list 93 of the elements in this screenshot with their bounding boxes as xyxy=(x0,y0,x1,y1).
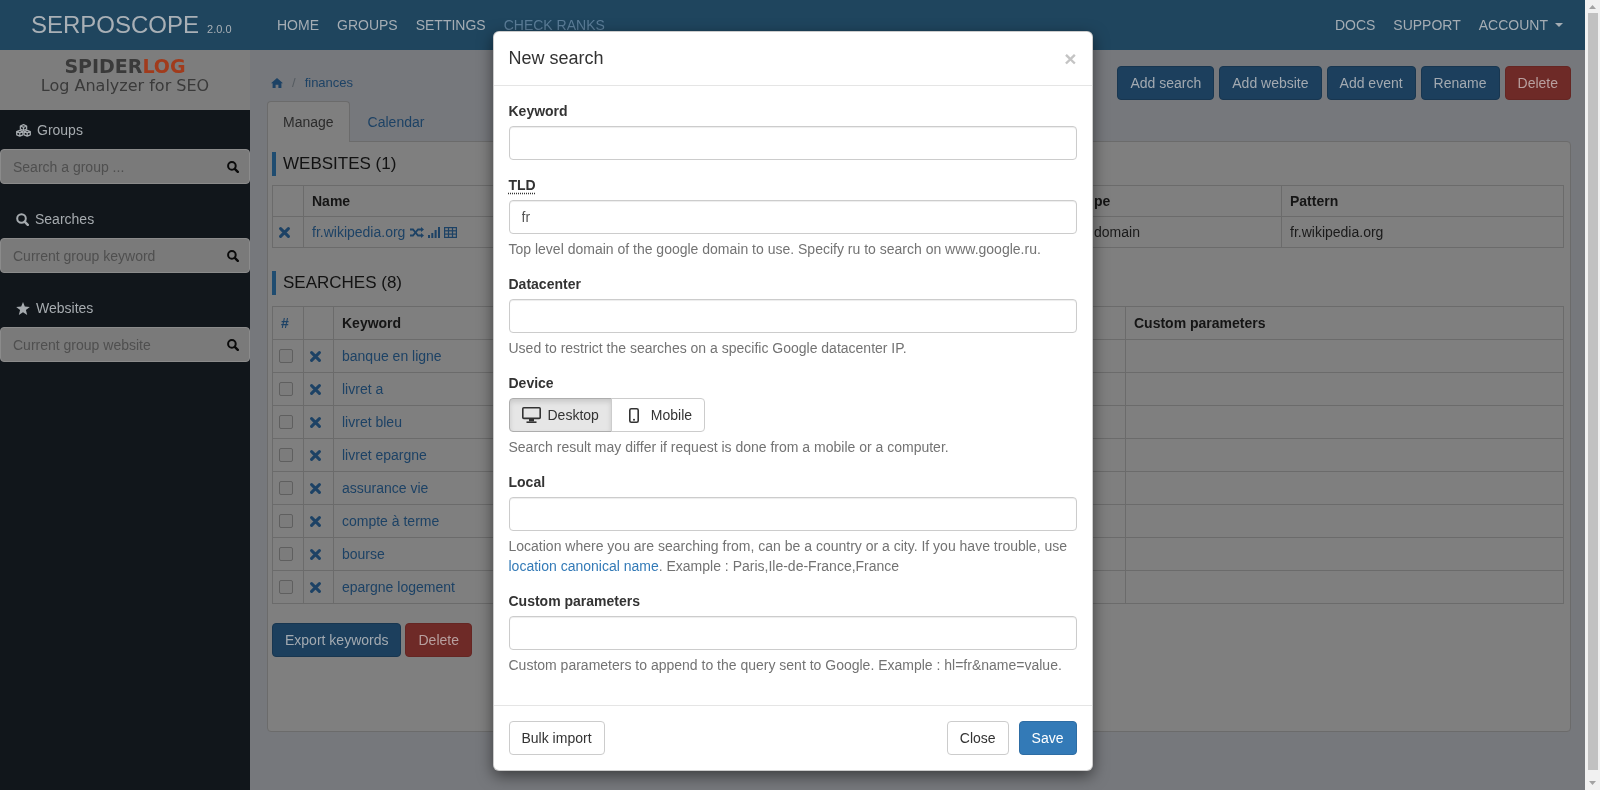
footer-button[interactable]: Close xyxy=(946,721,1009,755)
row-checkbox[interactable] xyxy=(279,481,293,495)
brand-name[interactable]: SERPOSCOPE xyxy=(31,10,200,40)
row-checkbox[interactable] xyxy=(279,547,293,561)
cross-icon[interactable] xyxy=(279,226,290,238)
table-icon[interactable] xyxy=(444,226,458,238)
search-icon[interactable] xyxy=(227,338,239,351)
keyword-link[interactable]: banque en ligne xyxy=(342,348,442,364)
field-label: Local xyxy=(508,473,546,492)
keyword-link[interactable]: livret a xyxy=(342,381,384,397)
modal-title: New search xyxy=(508,47,604,70)
row-checkbox[interactable] xyxy=(279,514,293,528)
caret-icon xyxy=(1555,23,1563,27)
input-field[interactable] xyxy=(508,497,1077,531)
action-button[interactable]: Add search xyxy=(1117,66,1215,100)
nav-link[interactable]: SUPPORT xyxy=(1384,15,1470,35)
nav-link[interactable]: DOCS xyxy=(1325,15,1385,35)
monitor-icon xyxy=(521,407,541,423)
breadcrumb-link[interactable]: finances xyxy=(304,73,354,93)
account-dropdown[interactable]: ACCOUNT xyxy=(1469,15,1572,35)
phone-icon xyxy=(628,407,639,423)
danger-button[interactable]: Delete xyxy=(1504,66,1571,100)
logo-wordmark: SPIDERLOG xyxy=(64,56,186,76)
scrollbar[interactable] xyxy=(1585,0,1600,790)
row-checkbox[interactable] xyxy=(279,448,293,462)
help-text: Custom parameters to append to the query sent to Google. Example : hl=fr&name=value. xyxy=(508,656,1063,675)
action-button[interactable]: Export keywords xyxy=(272,623,402,657)
bar-chart-icon[interactable] xyxy=(428,226,441,238)
table-header: Custom parameters xyxy=(1125,306,1564,340)
home-icon[interactable] xyxy=(271,78,283,88)
scrollbar-thumb[interactable] xyxy=(1587,13,1598,770)
cross-icon[interactable] xyxy=(310,581,321,593)
shuffle-icon[interactable] xyxy=(410,226,425,238)
cross-icon[interactable] xyxy=(310,383,321,395)
action-button[interactable]: Rename xyxy=(1420,66,1500,100)
tab[interactable]: Calendar xyxy=(351,101,441,142)
cross-icon[interactable] xyxy=(310,449,321,461)
cross-icon[interactable] xyxy=(310,515,321,527)
table-header: Pattern xyxy=(1281,185,1564,217)
action-button[interactable]: Add event xyxy=(1326,66,1416,100)
field-label: Device xyxy=(508,374,554,393)
row-checkbox[interactable] xyxy=(279,349,293,363)
version-label: 2.0.0 xyxy=(207,22,232,36)
field-label: Custom parameters xyxy=(508,592,640,611)
table-cell: fr.wikipedia.org xyxy=(1281,216,1564,248)
cross-icon[interactable] xyxy=(310,482,321,494)
cross-icon[interactable] xyxy=(310,416,321,428)
row-checkbox[interactable] xyxy=(279,580,293,594)
section-title: Groups xyxy=(37,121,83,140)
field-label: Datacenter xyxy=(508,275,581,294)
keyword-link[interactable]: epargne logement xyxy=(342,579,455,595)
nav-link[interactable]: SETTINGS xyxy=(406,15,495,35)
search-icon[interactable] xyxy=(227,249,239,262)
down-arrow-icon[interactable] xyxy=(1589,781,1596,785)
input-field[interactable]: fr xyxy=(508,200,1077,234)
keyword-link[interactable]: livret epargne xyxy=(342,447,427,463)
row-checkbox[interactable] xyxy=(279,415,293,429)
action-button[interactable]: Add website xyxy=(1219,66,1322,100)
website-link[interactable]: fr.wikipedia.org xyxy=(312,222,406,242)
section-title: Websites xyxy=(36,299,94,318)
table-header[interactable]: # xyxy=(272,306,304,340)
danger-button[interactable]: Delete xyxy=(405,623,472,657)
footer-button[interactable]: Save xyxy=(1018,721,1077,755)
nav-link[interactable]: GROUPS xyxy=(328,15,407,35)
star-icon xyxy=(16,301,30,315)
keyword-link[interactable]: livret bleu xyxy=(342,414,402,430)
breadcrumb-separator: / xyxy=(292,74,296,92)
section-title: Searches xyxy=(35,210,95,229)
keyword-link[interactable]: bourse xyxy=(342,546,385,562)
input-field[interactable] xyxy=(508,299,1077,333)
keyword-link[interactable]: assurance vie xyxy=(342,480,429,496)
search-icon[interactable] xyxy=(227,160,239,173)
cross-icon[interactable] xyxy=(310,350,321,362)
device-option[interactable]: Desktop xyxy=(508,398,612,432)
search-icon xyxy=(16,212,29,226)
input-field[interactable] xyxy=(508,616,1077,650)
row-checkbox[interactable] xyxy=(279,382,293,396)
help-text: Used to restrict the searches on a specific Google datacenter IP. xyxy=(508,339,908,358)
cubes-icon xyxy=(16,123,31,137)
cross-icon[interactable] xyxy=(310,548,321,560)
help-text: Top level domain of the google domain to use. Specify ru to search on www.google.ru. xyxy=(508,240,1042,259)
footer-button[interactable]: Bulk import xyxy=(508,721,605,755)
tab[interactable]: Manage xyxy=(267,101,350,142)
nav-link[interactable]: HOME xyxy=(268,15,328,35)
keyword-link[interactable]: compte à terme xyxy=(342,513,440,529)
device-option[interactable]: Mobile xyxy=(610,398,706,432)
logo-tagline: Log Analyzer for SEO xyxy=(40,76,210,96)
up-arrow-icon[interactable] xyxy=(1589,5,1596,9)
input-field[interactable] xyxy=(508,126,1077,160)
help-link[interactable]: location canonical name xyxy=(508,558,659,574)
field-label: Keyword xyxy=(508,102,568,121)
help-text: Search result may differ if request is done from a mobile or a computer. xyxy=(508,438,950,457)
help-text: Location where you are searching from, can be a country or a city. If you have trouble, use location canonical name. Example : Paris,Ile-de-France,France xyxy=(508,537,1068,576)
